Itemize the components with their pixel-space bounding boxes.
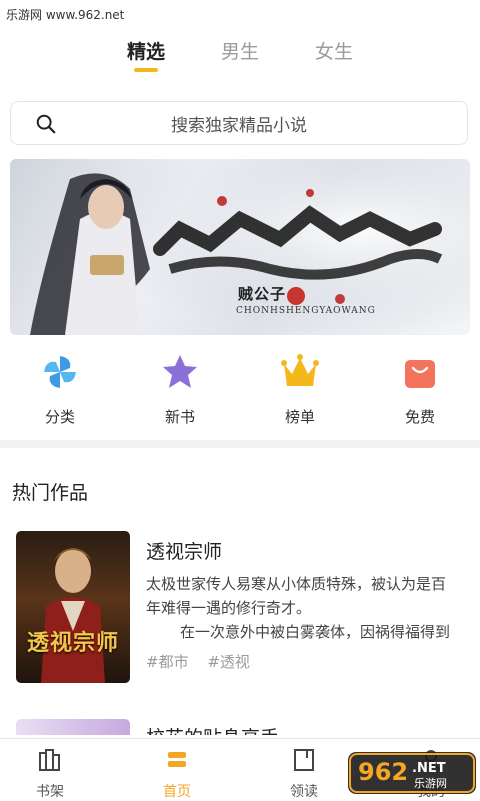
banner-subtitle: CHONHSHENGYAOWANG xyxy=(236,306,376,316)
home-icon xyxy=(168,752,186,767)
book-title[interactable]: 透视宗师 xyxy=(146,537,222,564)
quick-link-label: 榜单 xyxy=(284,408,315,426)
book-tag[interactable]: #透视 xyxy=(207,653,250,671)
svg-text:962: 962 xyxy=(358,758,408,786)
book-tags: #都市 #透视 xyxy=(146,651,264,672)
book-description: 年难得一遇的修行奇才。 xyxy=(146,599,312,617)
nav-label: 首页 xyxy=(163,784,191,800)
search-bar[interactable]: 搜索独家精品小说 xyxy=(10,101,468,145)
nav-home[interactable]: 首页 xyxy=(137,747,217,801)
book-description: 太极世家传人易寒从小体质特殊，被认为是百 xyxy=(146,575,447,593)
featured-banner[interactable]: 贼公子 CHONHSHENGYAOWANG xyxy=(10,159,470,335)
tab-featured[interactable]: 精选 xyxy=(127,36,165,76)
book-item[interactable]: 透视宗师 透视宗师 太极世家传人易寒从小体质特殊，被认为是百 年难得一遇的修行奇… xyxy=(14,529,474,689)
tab-label: 女生 xyxy=(315,41,354,63)
book-tag[interactable]: #都市 xyxy=(146,653,189,671)
quick-links: 分类 新书 榜单 免费 xyxy=(0,352,480,432)
top-tab-bar: 精选 男生 女生 xyxy=(0,36,480,80)
quick-link-category[interactable]: 分类 xyxy=(20,352,100,427)
site-watermark: 乐游网 www.962.net xyxy=(6,8,125,22)
book-title[interactable]: 校花的贴身高手 xyxy=(146,723,279,735)
quick-link-label: 免费 xyxy=(404,408,435,426)
nav-label: 领读 xyxy=(290,784,318,800)
book-cover-art xyxy=(41,548,105,683)
book-description: 在一次意外中被白雾袭体，因祸得福得到 xyxy=(180,623,451,641)
quick-link-free[interactable]: 免费 xyxy=(380,352,460,427)
book-cover[interactable]: 透视宗师 xyxy=(16,531,130,683)
shopping-bag-icon xyxy=(405,360,435,388)
category-pinwheel-icon xyxy=(44,356,76,388)
nav-reading[interactable]: 领读 xyxy=(264,747,344,801)
search-icon xyxy=(36,114,56,134)
tab-female[interactable]: 女生 xyxy=(315,36,353,76)
nav-label: 书架 xyxy=(36,784,64,800)
quick-link-label: 分类 xyxy=(44,408,75,426)
svg-text:乐游网: 乐游网 xyxy=(414,777,447,790)
reading-icon xyxy=(294,749,314,771)
svg-text:.NET: .NET xyxy=(412,761,446,776)
book-item[interactable]: 校花的贴身高手 xyxy=(14,715,474,735)
search-placeholder: 搜索独家精品小说 xyxy=(171,115,307,136)
tab-label: 精选 xyxy=(126,41,165,63)
active-tab-indicator xyxy=(133,68,158,72)
section-divider xyxy=(0,440,480,448)
banner-author: 贼公子 xyxy=(238,285,287,303)
nav-bookshelf[interactable]: 书架 xyxy=(10,747,90,801)
site-logo-overlay: 962 .NET 乐游网 xyxy=(348,752,476,794)
book-cover-title: 透视宗师 xyxy=(26,631,119,656)
tab-label: 男生 xyxy=(220,41,259,63)
quick-link-new-books[interactable]: 新书 xyxy=(140,352,220,427)
bookshelf-icon xyxy=(39,749,60,771)
tab-male[interactable]: 男生 xyxy=(221,36,259,76)
quick-link-rankings[interactable]: 榜单 xyxy=(260,352,340,427)
crown-icon xyxy=(281,354,319,386)
book-cover[interactable] xyxy=(16,719,130,735)
section-title: 热门作品 xyxy=(12,482,89,504)
star-icon xyxy=(163,355,197,388)
quick-link-label: 新书 xyxy=(164,408,195,426)
